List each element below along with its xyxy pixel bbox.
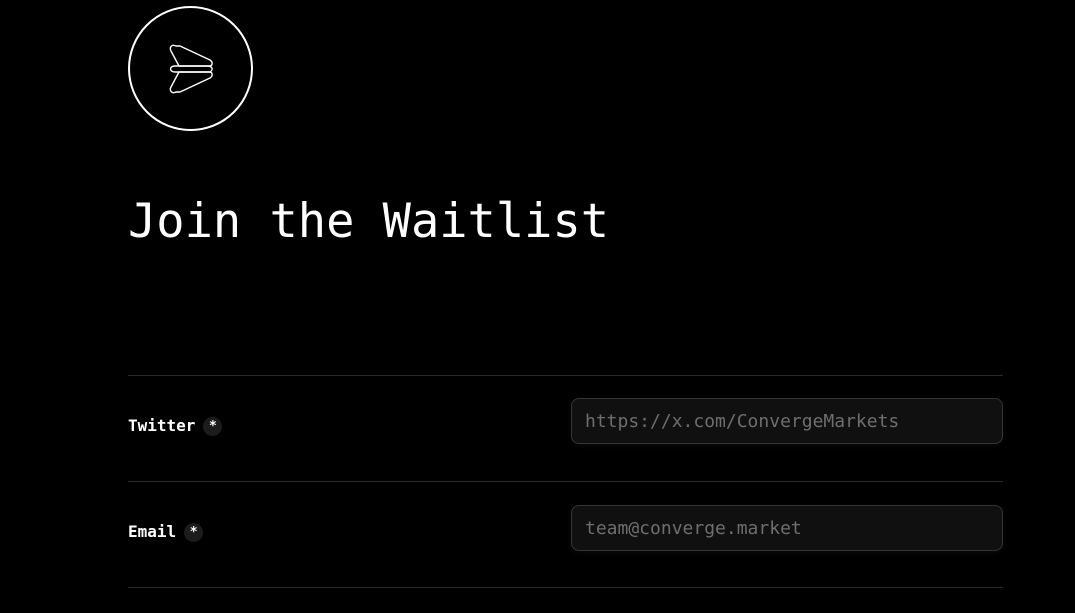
email-label-text: Email: [128, 521, 177, 541]
logo: [128, 6, 253, 131]
divider: [128, 587, 1003, 588]
twitter-label-text: Twitter: [128, 415, 196, 435]
twitter-input[interactable]: [571, 398, 1003, 444]
converge-logo-icon: [169, 44, 213, 94]
email-input[interactable]: [571, 505, 1003, 551]
required-asterisk-icon: *: [203, 417, 223, 436]
twitter-label: Twitter *: [128, 414, 223, 436]
divider: [128, 375, 1003, 376]
page-title: Join the Waitlist: [128, 194, 610, 249]
email-label: Email *: [128, 520, 204, 542]
required-asterisk-icon: *: [184, 523, 204, 542]
divider: [128, 481, 1003, 482]
